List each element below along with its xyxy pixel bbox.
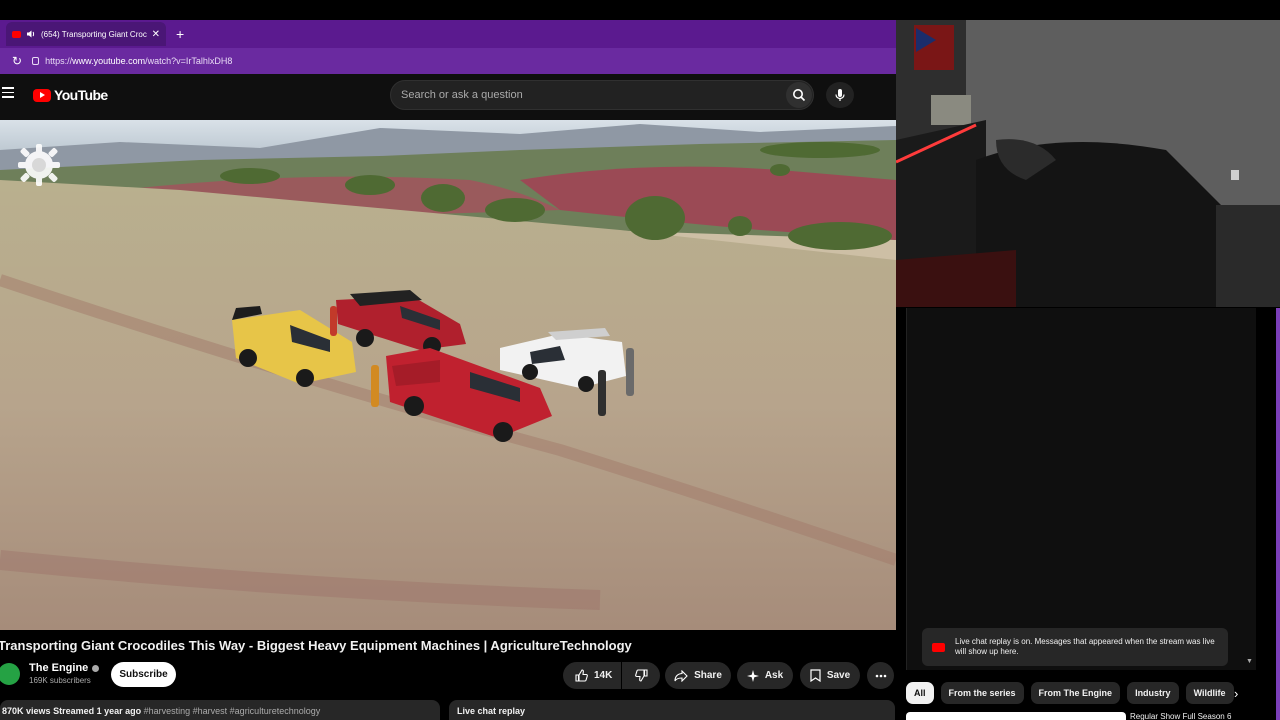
like-button[interactable]: 14K: [563, 662, 621, 689]
thumbs-down-icon: [634, 669, 648, 682]
address-bar: ↻ https://www.youtube.com/watch?v=IrTalh…: [0, 48, 896, 74]
dislike-button[interactable]: [622, 662, 660, 689]
webcam-overlay: [896, 20, 1280, 307]
voice-search-button[interactable]: [826, 82, 854, 108]
subscriber-count: 169K subscribers: [29, 676, 91, 685]
channel-name[interactable]: The Engine: [29, 662, 88, 674]
chat-replay-notice: Live chat replay is on. Messages that ap…: [922, 628, 1228, 666]
like-count: 14K: [594, 670, 613, 681]
chip-from-the-series[interactable]: From the series: [940, 682, 1024, 704]
chip-wildlife[interactable]: Wildlife: [1185, 682, 1234, 704]
live-chat-replay-header[interactable]: Live chat replay: [449, 700, 895, 720]
next-video-thumbnail[interactable]: [906, 712, 1126, 720]
chip-from-the-engine[interactable]: From The Engine: [1030, 682, 1121, 704]
verified-icon: [92, 664, 100, 672]
search-icon: [793, 89, 806, 102]
url-prefix: https://: [45, 56, 73, 66]
youtube-play-icon: [33, 88, 51, 102]
more-actions-button[interactable]: [867, 662, 894, 689]
video-frame: [0, 120, 896, 630]
chip-all[interactable]: All: [906, 682, 934, 704]
window-edge: [1276, 308, 1280, 720]
next-video-title[interactable]: Regular Show Full Season 6: [1130, 712, 1276, 720]
view-count: 870K views: [2, 706, 51, 716]
youtube-header: YouTube Search or ask a question: [0, 74, 896, 120]
share-button[interactable]: Share: [665, 662, 731, 689]
chat-scroll-down-icon[interactable]: ▼: [1246, 658, 1253, 665]
new-tab-icon[interactable]: +: [176, 26, 184, 42]
url-field[interactable]: https://www.youtube.com/watch?v=IrTalhlx…: [32, 56, 232, 66]
sparkle-icon: [746, 669, 759, 682]
logo-text: YouTube: [54, 87, 108, 103]
youtube-icon: [932, 642, 945, 652]
screen: (654) Transporting Giant Croc ✕ + ↻ http…: [0, 0, 1280, 720]
browser-tab-bar: (654) Transporting Giant Croc ✕ +: [0, 20, 896, 48]
video-title: Transporting Giant Crocodiles This Way -…: [0, 638, 632, 653]
share-icon: [674, 669, 688, 682]
save-label: Save: [826, 670, 851, 681]
video-player[interactable]: [0, 120, 896, 630]
chevron-right-icon[interactable]: ›: [1234, 686, 1238, 701]
subscribe-button[interactable]: Subscribe: [111, 662, 176, 687]
channel-info[interactable]: The Engine 169K subscribers: [0, 662, 100, 685]
more-horizontal-icon: [875, 674, 886, 677]
url-host: www.youtube.com: [72, 56, 146, 66]
bookmark-icon: [810, 669, 821, 682]
menu-icon[interactable]: [2, 87, 14, 99]
loading-spinner-icon: [18, 144, 60, 186]
channel-avatar[interactable]: [0, 662, 20, 685]
reload-icon[interactable]: ↻: [12, 54, 22, 68]
microphone-icon: [835, 89, 845, 101]
search-button[interactable]: [786, 82, 812, 108]
browser-tab[interactable]: (654) Transporting Giant Croc ✕: [6, 22, 166, 46]
share-label: Share: [694, 670, 722, 681]
hashtags[interactable]: #harvesting #harvest #agriculturetechnol…: [144, 706, 321, 716]
tab-title: (654) Transporting Giant Croc: [41, 29, 147, 39]
chat-replay-notice-text: Live chat replay is on. Messages that ap…: [955, 636, 1215, 656]
search-input[interactable]: Search or ask a question: [390, 80, 814, 110]
thumbs-up-icon: [575, 669, 588, 682]
ask-label: Ask: [764, 670, 784, 681]
description-box[interactable]: 870K views Streamed 1 year ago #harvesti…: [0, 700, 440, 720]
ask-button[interactable]: Ask: [737, 662, 793, 689]
youtube-favicon-icon: [12, 30, 21, 38]
stream-date: Streamed 1 year ago: [53, 706, 142, 716]
site-info-icon[interactable]: [32, 57, 40, 65]
live-chat-panel: [906, 308, 1256, 670]
chip-industry[interactable]: Industry: [1127, 682, 1179, 704]
save-button[interactable]: Save: [800, 662, 860, 689]
related-filter-chips: All From the series From The Engine Indu…: [906, 682, 1234, 706]
speaker-icon[interactable]: [26, 29, 36, 39]
youtube-logo[interactable]: YouTube: [33, 87, 108, 103]
tab-close-icon[interactable]: ✕: [152, 29, 160, 40]
webcam-frame: [896, 20, 1280, 307]
url-path: /watch?v=IrTalhlxDH8: [145, 56, 233, 66]
